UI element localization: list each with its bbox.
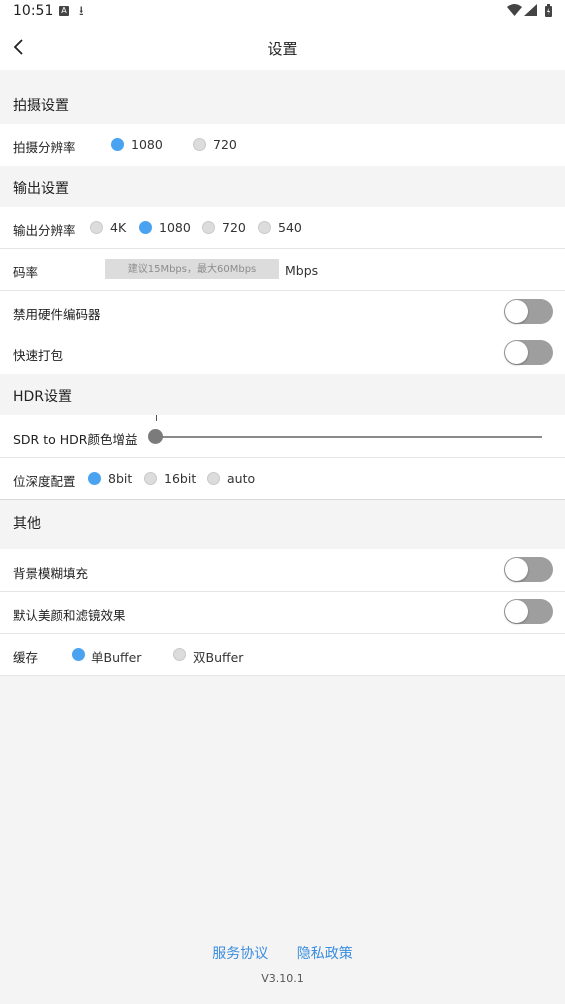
bitrate-row: 码率 Mbps bbox=[0, 249, 565, 291]
radio-label: 双Buffer bbox=[193, 650, 244, 665]
cache-label: 缓存 bbox=[13, 650, 39, 665]
download-icon: ⭳ bbox=[79, 4, 84, 19]
toggle-knob bbox=[505, 300, 528, 323]
radio-bitdepth-16bit[interactable] bbox=[144, 472, 157, 485]
bitrate-unit: Mbps bbox=[285, 263, 319, 278]
fast-pack-label: 快速打包 bbox=[13, 348, 64, 363]
radio-output-720[interactable] bbox=[202, 221, 215, 234]
radio-cache-double[interactable] bbox=[173, 648, 186, 661]
color-gain-row: SDR to HDR颜色增益 bbox=[0, 415, 565, 458]
disable-hw-encoder-label: 禁用硬件编码器 bbox=[13, 307, 101, 322]
toggle-knob bbox=[505, 341, 528, 364]
radio-label: 8bit bbox=[108, 471, 133, 486]
radio-label: 单Buffer bbox=[91, 650, 142, 665]
radio-label: 720 bbox=[222, 220, 246, 235]
radio-output-1080[interactable] bbox=[139, 221, 152, 234]
radio-capture-720[interactable] bbox=[193, 138, 206, 151]
color-gain-slider-track[interactable] bbox=[156, 436, 542, 438]
capture-resolution-label: 拍摄分辨率 bbox=[13, 140, 76, 155]
radio-label: auto bbox=[227, 471, 256, 486]
bit-depth-label: 位深度配置 bbox=[13, 474, 76, 489]
radio-bitdepth-8bit[interactable] bbox=[88, 472, 101, 485]
wifi-icon bbox=[507, 4, 522, 16]
section-title: HDR设置 bbox=[13, 389, 73, 405]
title-bar: 设置 bbox=[0, 24, 565, 70]
section-other: 其他 bbox=[0, 500, 565, 549]
radio-label: 1080 bbox=[159, 220, 191, 235]
bg-blur-label: 背景模糊填充 bbox=[13, 566, 89, 581]
bg-blur-row: 背景模糊填充 bbox=[0, 549, 565, 592]
toggle-knob bbox=[505, 600, 528, 623]
radio-output-540[interactable] bbox=[258, 221, 271, 234]
capture-resolution-row: 拍摄分辨率 1080 720 bbox=[0, 124, 565, 166]
radio-capture-1080[interactable] bbox=[111, 138, 124, 151]
bitrate-input[interactable] bbox=[105, 259, 279, 279]
section-output: 输出设置 bbox=[0, 166, 565, 207]
section-title: 输出设置 bbox=[13, 181, 69, 197]
disable-hw-encoder-toggle[interactable] bbox=[504, 299, 553, 324]
radio-label: 1080 bbox=[131, 137, 163, 152]
version-label: V3.10.1 bbox=[261, 972, 304, 985]
radio-output-4k[interactable] bbox=[90, 221, 103, 234]
status-bar: 10:51 A ⭳ bbox=[0, 0, 565, 24]
fast-pack-row: 快速打包 bbox=[0, 333, 565, 374]
bg-blur-toggle[interactable] bbox=[504, 557, 553, 582]
privacy-link[interactable]: 隐私政策 bbox=[297, 946, 353, 962]
section-hdr: HDR设置 bbox=[0, 374, 565, 415]
output-resolution-row: 输出分辨率 4K 1080 720 540 bbox=[0, 207, 565, 249]
radio-bitdepth-auto[interactable] bbox=[207, 472, 220, 485]
toggle-knob bbox=[505, 558, 528, 581]
beauty-filter-toggle[interactable] bbox=[504, 599, 553, 624]
radio-label: 4K bbox=[110, 220, 127, 235]
color-gain-slider-thumb[interactable] bbox=[148, 429, 163, 444]
page-title: 设置 bbox=[267, 40, 298, 58]
status-time: 10:51 bbox=[13, 3, 54, 19]
battery-icon bbox=[545, 4, 552, 17]
radio-label: 16bit bbox=[164, 471, 197, 486]
a-badge-icon: A bbox=[59, 6, 69, 16]
cache-row: 缓存 单Buffer 双Buffer bbox=[0, 634, 565, 676]
slider-tick bbox=[156, 415, 157, 421]
disable-hw-encoder-row: 禁用硬件编码器 bbox=[0, 291, 565, 333]
output-resolution-label: 输出分辨率 bbox=[13, 223, 76, 238]
beauty-filter-row: 默认美颜和滤镜效果 bbox=[0, 592, 565, 634]
terms-link[interactable]: 服务协议 bbox=[212, 946, 268, 962]
beauty-filter-label: 默认美颜和滤镜效果 bbox=[13, 608, 126, 623]
section-title: 拍摄设置 bbox=[13, 98, 69, 114]
radio-cache-single[interactable] bbox=[72, 648, 85, 661]
cell-signal-icon bbox=[524, 4, 537, 16]
radio-label: 720 bbox=[213, 137, 237, 152]
fast-pack-toggle[interactable] bbox=[504, 340, 553, 365]
bitrate-label: 码率 bbox=[13, 265, 39, 280]
bit-depth-row: 位深度配置 8bit 16bit auto bbox=[0, 458, 565, 500]
section-title: 其他 bbox=[13, 516, 41, 532]
footer-links: 服务协议 隐私政策 bbox=[0, 943, 565, 963]
color-gain-label: SDR to HDR颜色增益 bbox=[13, 432, 138, 447]
radio-label: 540 bbox=[278, 220, 302, 235]
section-capture: 拍摄设置 bbox=[0, 70, 565, 124]
